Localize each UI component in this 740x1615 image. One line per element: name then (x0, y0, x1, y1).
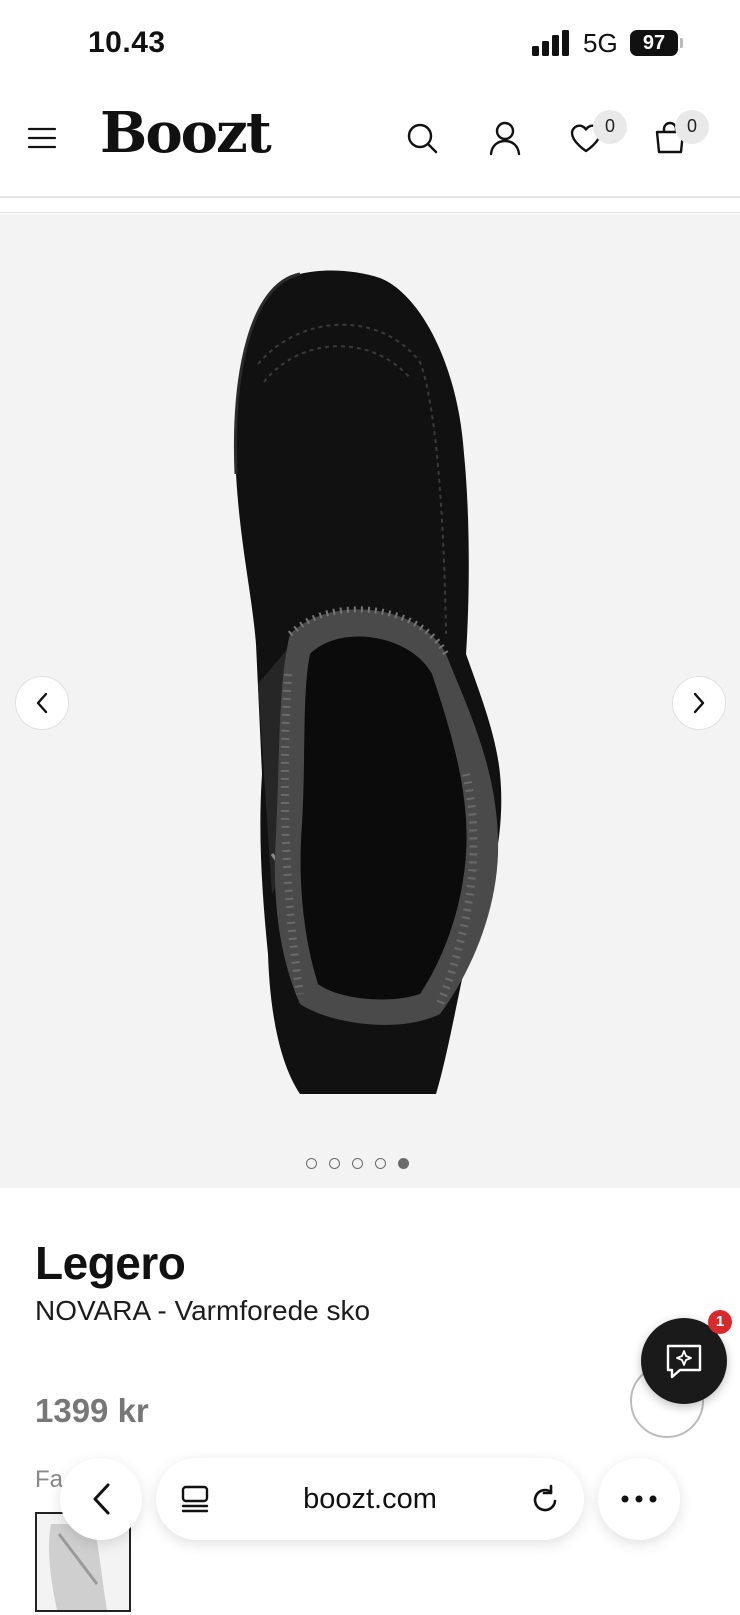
chevron-left-icon (93, 1483, 110, 1515)
gallery-dot[interactable] (329, 1158, 340, 1169)
reload-icon[interactable] (530, 1483, 560, 1515)
product-price: 1399 kr (35, 1392, 149, 1429)
address-bar[interactable]: boozt.com (156, 1458, 584, 1540)
color-label: Fa (35, 1466, 64, 1493)
more-icon (621, 1495, 657, 1503)
wishlist-count-badge: 0 (593, 110, 627, 144)
gallery-dot-active[interactable] (398, 1158, 409, 1169)
battery-level: 97 (630, 30, 678, 56)
next-image-button[interactable] (672, 676, 726, 730)
hamburger-menu-icon[interactable] (20, 116, 64, 160)
cellular-signal-icon (532, 30, 569, 56)
battery-tip (680, 38, 683, 48)
product-brand[interactable]: Legero (35, 1236, 186, 1290)
cart-count-badge: 0 (675, 110, 709, 144)
browser-back-button[interactable] (60, 1458, 142, 1540)
gallery-dot[interactable] (306, 1158, 317, 1169)
brand-logo[interactable]: Boozt (100, 100, 272, 166)
divider (0, 212, 740, 213)
product-image-gallery[interactable] (0, 214, 740, 1188)
status-time: 10.43 (88, 26, 166, 59)
browser-more-button[interactable] (598, 1458, 680, 1540)
search-icon[interactable] (400, 116, 444, 160)
user-icon[interactable] (483, 116, 527, 160)
product-name: NOVARA - Varmforede sko (35, 1295, 371, 1326)
previous-image-button[interactable] (15, 676, 69, 730)
network-type: 5G (583, 28, 618, 58)
product-image (234, 270, 502, 1094)
chevron-left-icon (36, 692, 48, 714)
chevron-right-icon (693, 692, 705, 714)
chat-notification-badge: 1 (708, 1310, 732, 1334)
gallery-dot[interactable] (375, 1158, 386, 1169)
gallery-pagination[interactable] (306, 1158, 409, 1169)
url-text[interactable]: boozt.com (156, 1458, 584, 1540)
chat-sparkle-icon (666, 1344, 702, 1379)
gallery-dot[interactable] (352, 1158, 363, 1169)
